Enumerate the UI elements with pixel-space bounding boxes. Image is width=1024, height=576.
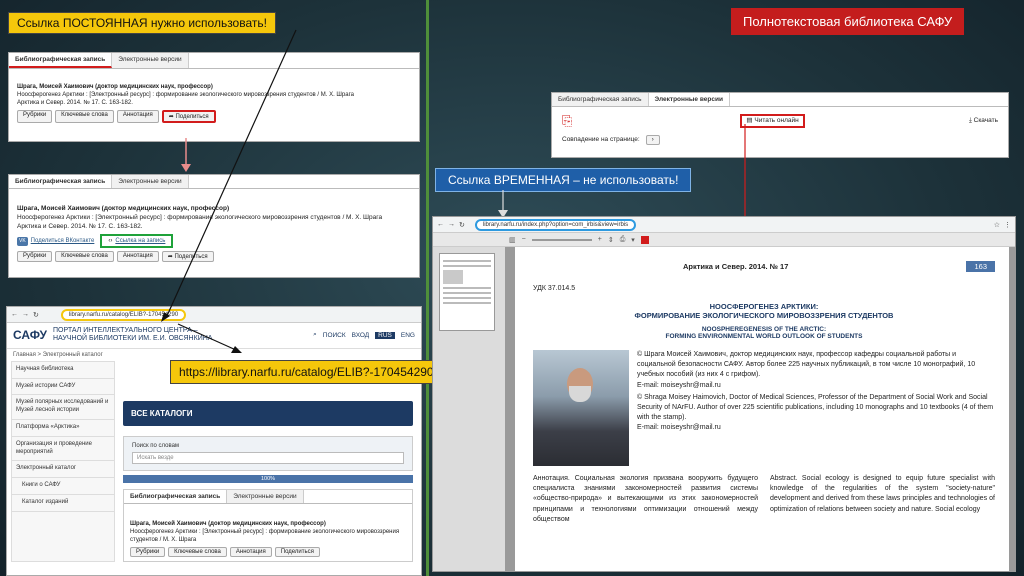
- sidebar-item-catalog[interactable]: Каталог изданий: [12, 495, 114, 512]
- sidebar-item-ecatalog[interactable]: Электронный каталог: [12, 461, 114, 479]
- email-ru: E-mail: moiseyshr@mail.ru: [637, 381, 721, 389]
- bio-ru: © Шрага Моисей Хаимович, доктор медицинс…: [637, 351, 976, 379]
- ev-tab-bibliographic[interactable]: Библиографическая запись: [552, 93, 649, 106]
- zoom-slider[interactable]: [531, 238, 592, 241]
- highlight-color-icon[interactable]: [640, 235, 649, 244]
- bio-en: © Shraga Moisey Haimovich, Doctor of Med…: [637, 393, 994, 421]
- pdf-toolbar: ▥ − + ⇕ ⎙ ▾: [433, 233, 1015, 247]
- email-en: E-mail: moiseyshr@mail.ru: [637, 424, 721, 432]
- sidebar-item-arctic[interactable]: Платформа «Арктика»: [12, 420, 114, 437]
- zoom-out-icon[interactable]: −: [522, 236, 526, 243]
- arrow-red-down: [740, 124, 750, 228]
- pdf-address-bar[interactable]: library.narfu.ru/index.php?option=com_ir…: [474, 218, 637, 231]
- author-bio: © Шрага Моисей Хаимович, доктор медицинс…: [637, 350, 995, 466]
- pdf-back-icon[interactable]: ←: [437, 221, 444, 228]
- ev-tab-electronic[interactable]: Электронные версии: [648, 93, 730, 106]
- pdf-header: Арктика и Север. 2014. № 17 163: [533, 261, 995, 272]
- pdf-star-icon[interactable]: ☆: [994, 221, 1000, 229]
- portal-record-author: Шрага, Моисей Хаимович (доктор медицинск…: [130, 520, 326, 527]
- all-catalogs-header: ВСЕ КАТАЛОГИ: [123, 400, 413, 426]
- portal-tab-bibliographic[interactable]: Библиографическая запись: [124, 489, 228, 503]
- link-arrows: [161, 29, 297, 353]
- portal-record-title: Ноосферогенез Арктики : [Электронный рес…: [130, 528, 400, 543]
- ev-row: ⎘ ▤ Читать онлайн ⤓ Скачать: [552, 107, 1008, 135]
- zoom-in-icon[interactable]: +: [598, 236, 602, 243]
- journal-name: Арктика и Север. 2014. № 17: [683, 262, 789, 271]
- pdf-body: Арктика и Север. 2014. № 17 163 УДК 37.0…: [433, 247, 1015, 571]
- portal-rubrics-button[interactable]: Рубрики: [130, 547, 166, 558]
- abstract-en: Abstract. Social ecology is designed to …: [770, 475, 995, 513]
- pdf-thumbnails: [433, 247, 505, 571]
- temporary-link-callout: Ссылка ВРЕМЕННАЯ – не использовать!: [435, 168, 692, 192]
- portal-record-buttons: Рубрики Ключевые слова Аннотация Поделит…: [130, 547, 406, 558]
- abstract-block: Аннотация. Социальная экология призвана …: [533, 474, 995, 525]
- page-nav-icon[interactable]: ⇕: [608, 236, 614, 244]
- sidebar-toggle-icon[interactable]: ▥: [509, 236, 516, 244]
- portal-tab-electronic[interactable]: Электронные версии: [227, 489, 304, 503]
- portal-record-tabs: Библиографическая запись Электронные вер…: [124, 489, 412, 504]
- sidebar-item-books[interactable]: Книги о САФУ: [12, 478, 114, 495]
- annotation-ru: Аннотация. Социальная экология призвана …: [533, 475, 758, 523]
- results-progress: 100%: [123, 474, 413, 483]
- portal-keywords-button[interactable]: Ключевые слова: [168, 547, 227, 558]
- search-label: Поиск по словам: [132, 442, 180, 449]
- portal-annotation-button[interactable]: Аннотация: [229, 547, 272, 558]
- author-photo: [533, 350, 629, 467]
- download-label: Скачать: [973, 116, 998, 124]
- pdf-thumbnail-page[interactable]: [439, 253, 495, 331]
- matches-go-button[interactable]: ›: [645, 135, 660, 145]
- pdf-icon: ⎘: [562, 113, 573, 128]
- pdf-menu-icon[interactable]: ⋮: [1004, 221, 1011, 229]
- pdf-reload-icon[interactable]: ↻: [459, 221, 465, 229]
- title-ru-2: ФОРМИРОВАНИЕ ЭКОЛОГИЧЕСКОГО МИРОВОЗЗРЕНИ…: [634, 311, 894, 321]
- title-ru-1: НООСФЕРОГЕНЕЗ АРКТИКИ:: [709, 302, 819, 312]
- print-icon[interactable]: ⎙: [620, 236, 626, 244]
- title-en-2: FORMING ENVIRONMENTAL WORLD OUTLOOK OF S…: [665, 333, 863, 341]
- pdf-viewer-window: ← → ↻ library.narfu.ru/index.php?option=…: [432, 216, 1016, 572]
- library-title-badge: Полнотекстовая библиотека САФУ: [731, 8, 965, 35]
- ev-panel: Библиографическая запись Электронные вер…: [551, 92, 1009, 158]
- portal-share-button[interactable]: Поделиться: [274, 547, 320, 558]
- matches-label: Совпадение на странице:: [562, 135, 640, 143]
- udk-code: УДК 37.014.5: [533, 285, 576, 292]
- read-online-label: Читать онлайн: [754, 116, 799, 124]
- matches-row: Совпадение на странице: ›: [552, 135, 1008, 145]
- title-en-1: NOOSPHEREGENESIS OF THE ARCTIC:: [701, 326, 827, 334]
- sidebar-item-events[interactable]: Организация и проведение мероприятий: [12, 437, 114, 462]
- pdf-browser-bar: ← → ↻ library.narfu.ru/index.php?option=…: [433, 217, 1015, 233]
- download-button[interactable]: ⤓ Скачать: [969, 117, 998, 126]
- ev-tabs: Библиографическая запись Электронные вер…: [552, 93, 1008, 107]
- portal-search-box: Поиск по словам Искать везде: [123, 435, 413, 471]
- portal-search-input[interactable]: Искать везде: [132, 451, 404, 464]
- author-block: © Шрага Моисей Хаимович, доктор медицинс…: [533, 350, 995, 467]
- page-number-badge: 163: [966, 261, 995, 272]
- portal-record-panel: Библиографическая запись Электронные вер…: [123, 488, 413, 563]
- pdf-canvas: Арктика и Север. 2014. № 17 163 УДК 37.0…: [505, 247, 1015, 571]
- pdf-page: Арктика и Север. 2014. № 17 163 УДК 37.0…: [515, 247, 1009, 571]
- vertical-divider: [426, 0, 429, 576]
- save-icon[interactable]: ▾: [631, 236, 635, 244]
- pdf-forward-icon[interactable]: →: [448, 221, 455, 228]
